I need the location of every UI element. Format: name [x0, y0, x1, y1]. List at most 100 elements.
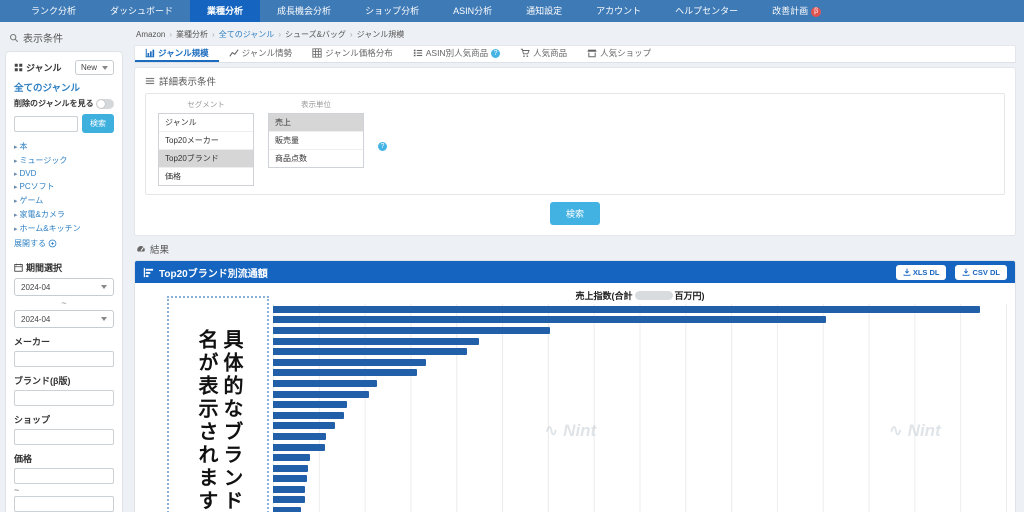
bar-row	[273, 463, 1006, 474]
nav-item-8[interactable]: アカウント	[579, 0, 658, 22]
help-icon[interactable]: ?	[491, 49, 500, 58]
nav-item-4[interactable]: 成長機会分析	[260, 0, 348, 22]
nav-item-6[interactable]: ASIN分析	[436, 0, 509, 22]
redacted-total	[635, 291, 673, 300]
period-from-select[interactable]: 2024-04	[14, 278, 114, 296]
bar-row	[273, 399, 1006, 410]
bar	[273, 316, 826, 323]
breadcrumb-separator: ›	[212, 30, 215, 39]
download-icon	[962, 268, 970, 276]
genre-tree-item[interactable]: ▸家電&カメラ	[14, 207, 114, 221]
price-separator: ~	[14, 485, 114, 495]
bar	[273, 486, 305, 493]
unit-option[interactable]: 商品点数	[269, 150, 363, 167]
grid-icon	[14, 63, 23, 72]
sidebar-header: 表示条件	[5, 22, 123, 51]
period-to-select[interactable]: 2024-04	[14, 310, 114, 328]
bar-row	[273, 325, 1006, 336]
brand-input[interactable]	[14, 390, 114, 406]
csv-download-button[interactable]: CSV DL	[955, 265, 1007, 280]
unit-option[interactable]: 販売量	[269, 132, 363, 150]
segment-list-title: セグメント	[158, 99, 254, 110]
unit-option[interactable]: 売上	[269, 114, 363, 132]
bar	[273, 338, 479, 345]
genre-tree-item[interactable]: ▸ホーム&キッチン	[14, 221, 114, 235]
hbar-chart-icon	[143, 267, 154, 278]
tree-arrow-icon: ▸	[14, 212, 18, 219]
genre-tree-item[interactable]: ▸PCソフト	[14, 179, 114, 193]
search-submit-button[interactable]: 検索	[550, 202, 600, 225]
brand-labels-masked-box: 具体的なブランド名が表示されます	[167, 296, 269, 512]
expand-link[interactable]: 展開する	[14, 238, 57, 249]
bar-chart-icon	[145, 48, 155, 58]
price-min-input[interactable]	[14, 468, 114, 484]
segment-option[interactable]: Top20ブランド	[159, 150, 253, 168]
nav-item-2[interactable]: ダッシュボード	[93, 0, 190, 22]
bar-row	[273, 452, 1006, 463]
segment-option[interactable]: 価格	[159, 168, 253, 185]
tab-bar: ジャンル規模ジャンル情勢 ジャンル価格分布 ASIN別人気商品?人気商品 人気ショップ	[134, 45, 1016, 63]
breadcrumb-item: シューズ&バッグ	[285, 29, 346, 40]
help-icon[interactable]: ?	[378, 142, 387, 151]
tab-ASIN別人気商品[interactable]: ASIN別人気商品?	[403, 46, 510, 62]
genre-tree-item[interactable]: ▸ミュージック	[14, 153, 114, 167]
tab-ジャンル情勢[interactable]: ジャンル情勢	[219, 46, 303, 62]
deleted-genre-toggle[interactable]	[96, 99, 114, 109]
bar	[273, 380, 377, 387]
segment-option[interactable]: Top20メーカー	[159, 132, 253, 150]
genre-tree-item[interactable]: ▸ゲーム	[14, 193, 114, 207]
price-label: 価格	[14, 452, 114, 465]
bar	[273, 496, 305, 503]
bar-row	[273, 368, 1006, 379]
tab-label: 人気ショップ	[600, 47, 651, 59]
tree-arrow-icon: ▸	[14, 184, 18, 191]
gauge-icon	[136, 244, 146, 254]
tab-人気ショップ[interactable]: 人気ショップ	[577, 46, 661, 62]
shop-input[interactable]	[14, 429, 114, 445]
bar	[273, 433, 326, 440]
tab-label: ジャンル価格分布	[325, 47, 393, 59]
bar	[273, 454, 310, 461]
xls-download-button[interactable]: XLS DL	[896, 265, 947, 280]
nav-item-5[interactable]: ショップ分析	[348, 0, 436, 22]
genre-version-select[interactable]: New	[75, 60, 114, 75]
nav-item-10[interactable]: 改善計画β	[755, 0, 838, 22]
watermark: ∿ Nint	[544, 421, 596, 441]
tab-ジャンル価格分布[interactable]: ジャンル価格分布	[302, 46, 403, 62]
nav-item-9[interactable]: ヘルプセンター	[658, 0, 755, 22]
plus-circle-icon	[48, 239, 57, 248]
genre-tree-item[interactable]: ▸DVD	[14, 167, 114, 179]
chart-title: 売上指数(合計百万円)	[273, 289, 1007, 302]
breadcrumb-item: Amazon	[136, 30, 165, 39]
bar-row	[273, 389, 1006, 400]
breadcrumb-item[interactable]: 全てのジャンル	[219, 29, 275, 40]
genre-search-button[interactable]: 検索	[82, 114, 114, 133]
bar	[273, 369, 417, 376]
tab-ジャンル規模[interactable]: ジャンル規模	[135, 46, 219, 62]
bar	[273, 465, 308, 472]
maker-label: メーカー	[14, 335, 114, 348]
bar	[273, 391, 369, 398]
segment-list: ジャンルTop20メーカーTop20ブランド価格	[158, 113, 254, 186]
nav-item-7[interactable]: 通知設定	[509, 0, 579, 22]
bar	[273, 444, 325, 451]
genre-tree-item[interactable]: ▸本	[14, 139, 114, 153]
tab-人気商品[interactable]: 人気商品	[510, 46, 577, 62]
bar-row	[273, 410, 1006, 421]
maker-input[interactable]	[14, 351, 114, 367]
all-genre-link[interactable]: 全てのジャンル	[14, 80, 114, 94]
bar	[273, 359, 426, 366]
segment-option[interactable]: ジャンル	[159, 114, 253, 132]
nav-item-3[interactable]: 業種分析	[190, 0, 260, 22]
bar	[273, 401, 347, 408]
breadcrumb-separator: ›	[169, 30, 172, 39]
genre-search-input[interactable]	[14, 116, 78, 132]
bar	[273, 348, 467, 355]
price-max-input[interactable]	[14, 496, 114, 512]
nav-item-1[interactable]: ランク分析	[14, 0, 93, 22]
tree-arrow-icon: ▸	[14, 171, 18, 178]
chart-panel-title: Top20ブランド別流通額	[159, 265, 887, 280]
filter-card: ジャンル New 全てのジャンル 削除のジャンルを見る 検索 ▸本▸ミュージック…	[5, 51, 123, 512]
tree-arrow-icon: ▸	[14, 158, 18, 165]
unit-list: 売上販売量商品点数	[268, 113, 364, 168]
